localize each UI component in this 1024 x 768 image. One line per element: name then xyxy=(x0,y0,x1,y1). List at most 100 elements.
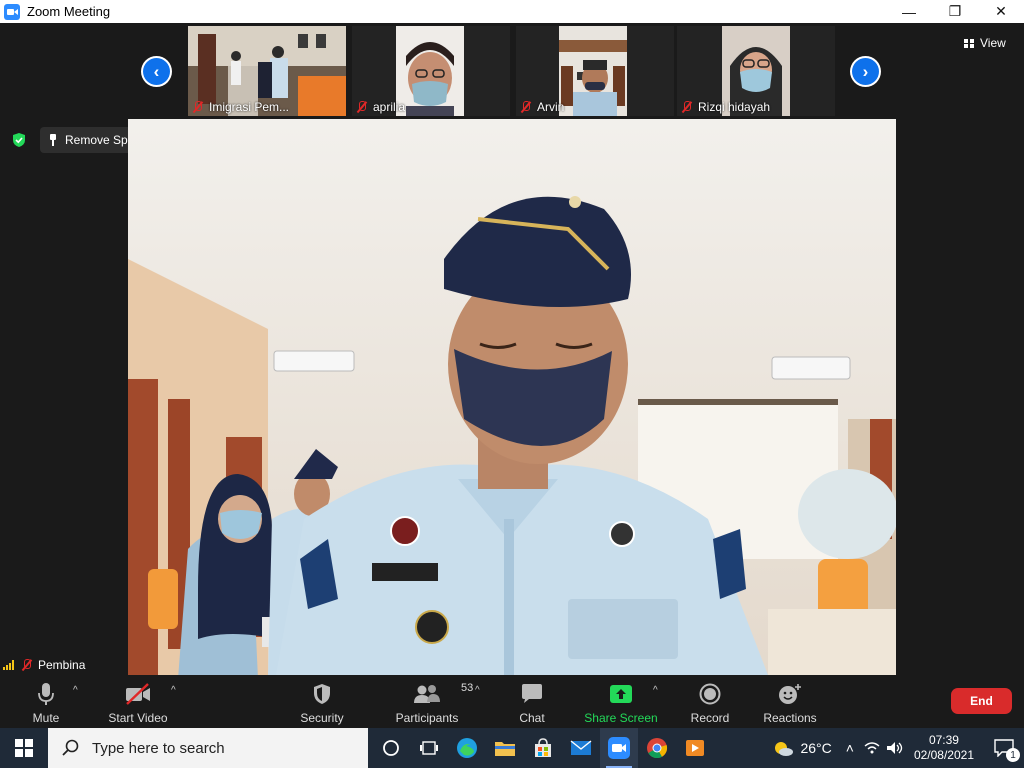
participant-count: 53 xyxy=(461,682,474,694)
participant-name: Imigrasi Pem... xyxy=(209,100,290,114)
share-options-caret[interactable]: ^ xyxy=(653,685,658,696)
security-label: Security xyxy=(300,711,344,725)
restore-button[interactable]: ❐ xyxy=(932,0,978,23)
participant-thumbnail-1[interactable]: Imigrasi Pem... xyxy=(188,26,346,116)
speaker-name: Pembina xyxy=(38,658,86,672)
start-video-button[interactable]: Start Video xyxy=(104,681,172,725)
participant-name: aprilia xyxy=(373,100,406,114)
record-button[interactable]: Record xyxy=(689,681,731,725)
chat-bubble-icon xyxy=(520,681,544,706)
task-view-button[interactable] xyxy=(410,728,448,768)
participant-thumbnail-3[interactable]: Arvin xyxy=(516,26,674,116)
windows-taskbar: Type here to search 26°C ˄ 07:39 02/08/2… xyxy=(0,728,1024,768)
cortana-circle-icon xyxy=(383,740,399,756)
participant-name: Arvin xyxy=(537,100,565,114)
weather-temperature[interactable]: 26°C xyxy=(800,740,831,756)
media-player-button[interactable] xyxy=(676,728,714,768)
zoom-app-icon xyxy=(4,3,20,20)
cortana-button[interactable] xyxy=(372,728,410,768)
folder-icon xyxy=(495,742,515,756)
microsoft-store-button[interactable] xyxy=(524,728,562,768)
reactions-label: Reactions xyxy=(763,711,817,725)
thumbnail-strip: ‹ Imigrasi Pem... aprilia Arvin Rizqi hi… xyxy=(0,23,1024,119)
participant-video xyxy=(396,26,464,116)
start-button[interactable] xyxy=(0,728,48,768)
action-center-button[interactable]: 1 xyxy=(984,728,1024,768)
previous-page-button[interactable]: ‹ xyxy=(141,56,172,87)
weather-sun-cloud-icon[interactable] xyxy=(772,739,794,757)
microphone-icon xyxy=(37,681,55,706)
close-button[interactable]: ✕ xyxy=(978,0,1024,23)
chrome-button[interactable] xyxy=(638,728,676,768)
video-options-caret[interactable]: ^ xyxy=(171,685,176,696)
share-screen-button[interactable]: Share Screen xyxy=(584,681,658,725)
participant-thumbnail-4[interactable]: Rizqi hidayah xyxy=(677,26,835,116)
chevron-right-icon: › xyxy=(852,58,879,85)
show-hidden-icons-chevron[interactable]: ˄ xyxy=(846,740,854,756)
start-video-label: Start Video xyxy=(108,711,168,725)
participants-label: Participants xyxy=(395,711,459,725)
chat-label: Chat xyxy=(519,711,545,725)
edge-icon xyxy=(457,738,477,758)
clock-time: 07:39 xyxy=(928,733,959,747)
encryption-shield-icon[interactable] xyxy=(12,133,26,147)
search-icon xyxy=(62,739,79,756)
mic-muted-icon xyxy=(21,659,33,671)
security-shield-icon xyxy=(313,681,331,706)
audio-options-caret[interactable]: ^ xyxy=(73,685,78,696)
view-button[interactable]: View xyxy=(964,33,1016,53)
participant-label: Imigrasi Pem... xyxy=(192,100,289,114)
windows-logo-icon xyxy=(15,739,33,757)
end-meeting-button[interactable]: End xyxy=(951,688,1012,714)
volume-speaker-icon[interactable] xyxy=(886,741,904,755)
participants-options-caret[interactable]: ^ xyxy=(475,685,480,696)
record-icon xyxy=(699,681,721,706)
smiley-reaction-icon xyxy=(778,681,802,706)
edge-browser-button[interactable] xyxy=(448,728,486,768)
meeting-toolbar: Mute ^ Start Video ^ Security 53 Partici… xyxy=(0,675,1024,728)
share-screen-icon xyxy=(609,681,633,706)
mic-muted-icon xyxy=(356,101,368,113)
share-screen-label: Share Screen xyxy=(584,711,658,725)
taskbar-clock[interactable]: 07:39 02/08/2021 xyxy=(914,733,974,763)
pin-icon xyxy=(48,134,58,146)
spotlight-video[interactable] xyxy=(128,119,896,675)
minimize-button[interactable]: — xyxy=(886,0,932,23)
participant-label: aprilia xyxy=(356,100,405,114)
chevron-left-icon: ‹ xyxy=(143,58,170,85)
system-tray: 26°C ˄ 07:39 02/08/2021 1 xyxy=(772,728,1024,768)
chat-button[interactable]: Chat xyxy=(516,681,548,725)
mute-label: Mute xyxy=(32,711,60,725)
clock-date: 02/08/2021 xyxy=(913,748,974,762)
active-speaker-label: Pembina xyxy=(0,657,85,673)
store-bag-icon xyxy=(535,738,551,757)
signal-strength-icon xyxy=(3,660,17,670)
view-button-label: View xyxy=(980,36,1006,50)
participant-label: Rizqi hidayah xyxy=(681,100,770,114)
mail-envelope-icon xyxy=(570,740,592,755)
participants-button[interactable]: 53 Participants xyxy=(395,681,474,725)
taskbar-search-box[interactable]: Type here to search xyxy=(48,728,368,768)
mail-button[interactable] xyxy=(562,728,600,768)
media-player-icon xyxy=(686,740,704,756)
network-wifi-icon[interactable] xyxy=(864,741,880,755)
participant-thumbnail-2[interactable]: aprilia xyxy=(352,26,510,116)
mute-button[interactable]: Mute xyxy=(28,681,64,725)
zoom-taskbar-button[interactable] xyxy=(600,728,638,768)
mic-muted-icon xyxy=(192,101,204,113)
window-controls: — ❐ ✕ xyxy=(886,0,1024,23)
participant-label: Arvin xyxy=(520,100,564,114)
window-title: Zoom Meeting xyxy=(27,4,111,19)
security-button[interactable]: Security xyxy=(298,681,346,725)
mic-muted-icon xyxy=(681,101,693,113)
participant-video xyxy=(559,26,627,116)
video-off-icon xyxy=(124,681,152,706)
task-view-icon xyxy=(420,741,438,755)
reactions-button[interactable]: Reactions xyxy=(762,681,818,725)
mic-muted-icon xyxy=(520,101,532,113)
file-explorer-button[interactable] xyxy=(486,728,524,768)
next-page-button[interactable]: › xyxy=(850,56,881,87)
window-titlebar: Zoom Meeting — ❐ ✕ xyxy=(0,0,1024,23)
participants-icon: 53 xyxy=(413,681,473,706)
grid-view-icon xyxy=(964,38,974,48)
